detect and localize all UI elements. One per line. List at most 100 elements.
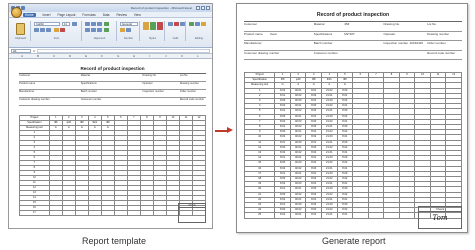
column-header[interactable]: A [21,54,23,59]
meta-row: Customer drawing number Customer number Re… [19,98,206,106]
column-header[interactable]: C [53,54,55,59]
meta-label: Material [80,74,90,77]
template-table: Project 1 2 3 4 5 6 7 8 9 10 11 12 Specification Φ8 φ40… [19,115,207,216]
office-button[interactable] [11,7,22,18]
function-icon[interactable]: fx [33,49,35,53]
font-color-icon[interactable] [60,28,65,32]
meta-label: Record code number [427,50,456,55]
wrap-text-icon[interactable] [104,22,109,26]
table-cell[interactable] [100,210,115,216]
table-cell[interactable]: 25 [243,212,276,219]
italic-icon[interactable] [40,28,45,32]
name-box[interactable]: A1 [11,48,31,53]
ribbon-tab-view[interactable]: View [134,13,141,17]
table-cell[interactable]: 21.01 [321,212,338,219]
meta-label: Drawing No. [383,22,401,26]
ribbon-tab-home[interactable]: Home [23,12,36,17]
find-select-icon[interactable] [201,22,206,26]
column-header[interactable]: K [181,54,183,59]
align-right-icon[interactable] [97,28,102,32]
caption-generate-report: Generate report [322,236,386,246]
cell-styles-icon[interactable] [157,22,163,30]
meta-label: Lot No. [179,74,189,77]
table-cell[interactable] [139,210,154,216]
table-cell[interactable] [367,212,385,219]
grow-font-icon[interactable] [72,22,77,26]
maximize-icon[interactable] [201,6,205,10]
underline-icon[interactable] [46,28,51,32]
meta-label: Manufacturer [19,90,35,93]
meta-label: Product name [244,31,263,36]
align-bottom-icon[interactable] [97,22,102,26]
insert-cells-icon[interactable] [168,22,173,26]
delete-cells-icon[interactable] [174,22,179,26]
table-cell[interactable]: 8.02 [274,212,291,219]
report-table: Project 1 2 3 4 5 6 7 8 9 10 11 12 Specification Φ8 φ40… [243,71,462,219]
column-header[interactable]: D [69,54,71,59]
align-middle-icon[interactable] [91,22,96,26]
table-cell[interactable]: 8.01 [336,212,354,219]
close-icon[interactable] [206,6,210,10]
redo-icon[interactable] [21,6,25,10]
percent-icon[interactable] [126,28,131,32]
column-header[interactable]: I [149,54,150,59]
clipboard-group: Clipboard [11,21,31,41]
bold-icon[interactable] [34,28,39,32]
column-header[interactable]: J [165,54,167,59]
column-header[interactable]: G [117,54,119,59]
window-title: Record of product inspection - Microsoft… [130,6,192,10]
align-left-icon[interactable] [85,28,90,32]
fill-color-icon[interactable] [54,28,59,32]
meta-label: Batch number [313,41,333,45]
table-cell[interactable] [74,210,89,216]
number-format-select[interactable]: General [120,22,138,26]
generated-report-page: Record of product inspection Customer Mat… [236,3,468,233]
table-cell[interactable] [352,212,369,219]
align-center-icon[interactable] [91,28,96,32]
meta-label: Inspection number [142,90,164,93]
table-cell[interactable]: 40.01 [289,212,307,219]
table-cell[interactable] [61,210,76,216]
column-header[interactable]: F [101,54,103,59]
column-header[interactable]: L [197,54,199,59]
table-cell[interactable] [113,210,128,216]
column-header[interactable]: E [85,54,87,59]
ribbon-tab-data[interactable]: Data [103,13,110,17]
template-meta-grid: Customer Material Drawing No. Lot No. Produc… [19,73,206,106]
check-label: Check [179,204,205,208]
table-cell[interactable] [126,210,141,216]
font-name-select[interactable]: Calibri [34,22,60,26]
table-cell[interactable]: 8.01 [305,212,323,219]
meta-value: M2*20T [344,31,355,36]
table-cell[interactable] [383,212,400,219]
meta-label: Product name [19,82,36,85]
minimize-icon[interactable] [196,6,200,10]
currency-icon[interactable] [120,28,125,32]
ribbon-tab-insert[interactable]: Insert [43,13,51,17]
excel-title-bar: Record of product inspection - Microsoft… [9,4,212,12]
meta-value: 45# [344,22,350,26]
sort-filter-icon[interactable] [195,22,200,26]
conditional-format-icon[interactable] [143,22,149,30]
ribbon-tab-page-layout[interactable]: Page Layout [58,13,76,17]
table-cell[interactable] [152,210,167,216]
table-cell[interactable]: 17 [19,210,50,216]
font-size-select[interactable]: 11 [62,22,70,26]
column-header[interactable]: H [133,54,135,59]
table-cell[interactable] [87,210,102,216]
format-table-icon[interactable] [150,22,156,30]
ribbon-group-label: Styles [148,37,157,40]
meta-row: Product name Gear Specifications M2*20T Oper… [244,31,462,41]
column-header[interactable]: B [37,54,39,59]
ribbon-tab-formulas[interactable]: Formulas [82,13,95,17]
format-cells-icon[interactable] [180,22,185,26]
merge-center-icon[interactable] [104,28,109,32]
align-top-icon[interactable] [85,22,90,26]
ribbon-tab-review[interactable]: Review [116,13,126,17]
autosum-icon[interactable] [189,22,194,26]
table-cell[interactable] [398,212,416,219]
table-cell[interactable] [48,210,63,216]
formula-input[interactable] [37,48,210,53]
paste-icon[interactable] [16,23,25,35]
meta-label: Operator [383,31,396,36]
